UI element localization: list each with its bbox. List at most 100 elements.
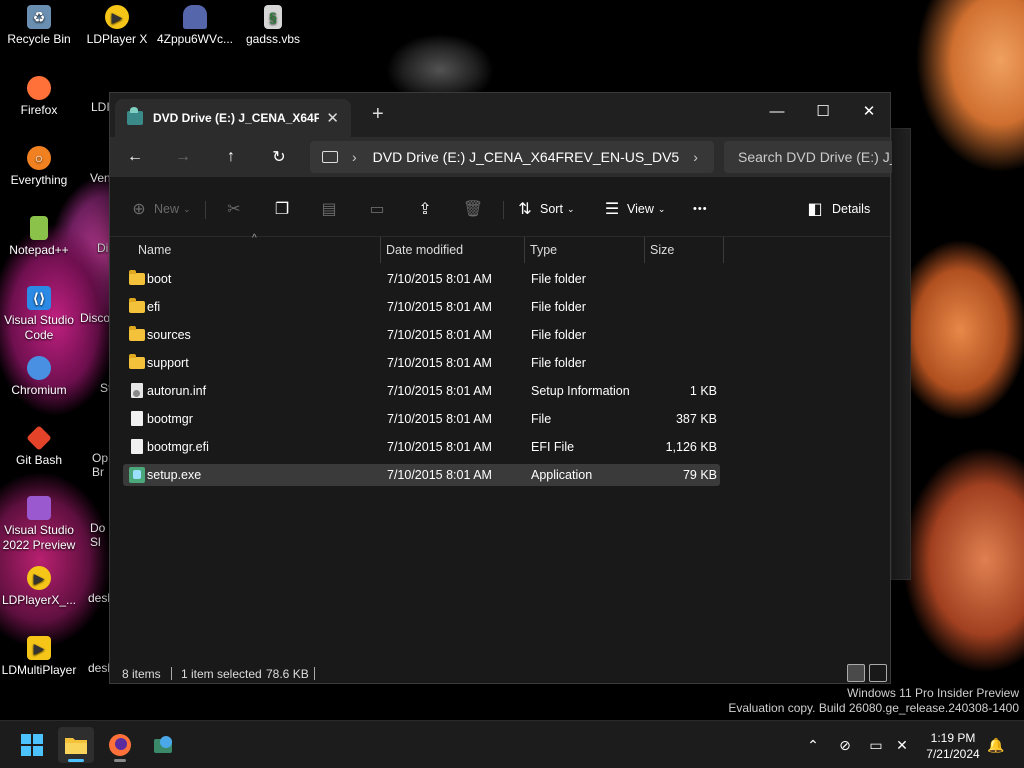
clock-time: 1:19 PM: [930, 731, 976, 745]
up-button[interactable]: ↑: [219, 145, 243, 169]
file-name: bootmgr.efi: [147, 440, 209, 454]
file-row-boot[interactable]: boot 7/10/2015 8:01 AM File folder: [123, 268, 720, 290]
file-row-bootmgr-efi[interactable]: bootmgr.efi 7/10/2015 8:01 AM EFI File 1…: [123, 436, 720, 458]
share-icon: ⇪: [418, 201, 432, 218]
file-type: File folder: [531, 328, 586, 342]
file-row-sources[interactable]: sources 7/10/2015 8:01 AM File folder: [123, 324, 720, 346]
file-row-autorun-inf[interactable]: autorun.inf 7/10/2015 8:01 AM Setup Info…: [123, 380, 720, 402]
details-button[interactable]: ◧ Details: [804, 197, 870, 221]
view-icon: ☰: [604, 201, 620, 218]
desktop-icon-4zppu6wvc[interactable]: 4Zppu6WVc...: [156, 5, 234, 47]
taskbar: ⌃ ⊘ ▭ ✕ 1:19 PM 7/21/2024 🔔: [0, 720, 1024, 768]
volume-muted-icon[interactable]: ✕: [892, 735, 912, 755]
chevron-right-icon[interactable]: ›: [352, 149, 357, 165]
system-clock[interactable]: 1:19 PM 7/21/2024: [918, 730, 988, 762]
details-view-button[interactable]: [847, 664, 865, 682]
new-tab-button[interactable]: +: [372, 104, 384, 124]
tab-dvd-drive[interactable]: DVD Drive (E:) J_CENA_X64FREV_EN-US_DV5 …: [115, 99, 351, 137]
desktop-icon-git-bash[interactable]: Git Bash: [0, 425, 78, 468]
desktop-icon-recycle-bin[interactable]: ♻ Recycle Bin: [0, 5, 78, 47]
desktop-icon-ldmultiplayer[interactable]: ▶ LDMultiPlayer: [0, 636, 78, 678]
file-row-setup-exe[interactable]: setup.exe 7/10/2015 8:01 AM Application …: [123, 464, 720, 486]
notification-bell-icon[interactable]: 🔔: [986, 735, 1006, 755]
chevron-right-icon[interactable]: ›: [693, 149, 698, 165]
file-row-efi[interactable]: efi 7/10/2015 8:01 AM File folder: [123, 296, 720, 318]
rename-button[interactable]: ▭: [366, 197, 388, 221]
desktop-icon-firefox[interactable]: Firefox: [0, 76, 78, 118]
status-bar: 8 items 1 item selected 78.6 KB: [110, 661, 890, 685]
setup-exe-icon: [129, 467, 145, 483]
desktop-icon-ldplayer-x[interactable]: ▶ LDPlayer X: [78, 5, 156, 47]
desktop-icon-label: Chromium: [11, 383, 67, 397]
desktop-partial-label: Disco: [80, 311, 111, 325]
search-input[interactable]: Search DVD Drive (E:) J_CENA_X64FREV_EN-…: [724, 141, 892, 173]
address-bar[interactable]: › DVD Drive (E:) J_CENA_X64FREV_EN-US_DV…: [310, 141, 714, 173]
file-size: 1 KB: [689, 384, 717, 398]
minimize-button[interactable]: —: [754, 97, 800, 125]
chevron-down-icon: ⌄: [566, 203, 575, 214]
taskbar-file-explorer[interactable]: [58, 727, 94, 763]
desktop-icon-everything[interactable]: ○ Everything: [0, 146, 78, 188]
desktop-icon-notepadpp[interactable]: Notepad++: [0, 216, 78, 258]
taskbar-firefox[interactable]: [102, 727, 138, 763]
file-name: support: [147, 356, 189, 370]
desktop-icon-label: 4Zppu6WVc...: [156, 32, 234, 46]
desktop-icon-gadss-vbs[interactable]: § gadss.vbs: [234, 5, 312, 47]
more-options-button[interactable]: •••: [693, 197, 708, 221]
vbs-file-icon: [183, 5, 207, 29]
tab-close-icon[interactable]: ✕: [326, 109, 339, 127]
delete-button[interactable]: 🗑: [462, 197, 484, 221]
column-divider[interactable]: [380, 237, 381, 263]
close-button[interactable]: ✕: [846, 97, 892, 125]
column-header-type[interactable]: Type: [530, 237, 557, 263]
copy-icon: ❐: [274, 201, 290, 218]
new-button[interactable]: ⊕ New ⌄: [128, 197, 190, 221]
file-date: 7/10/2015 8:01 AM: [387, 328, 492, 342]
desktop-icon-label: LDMultiPlayer: [1, 663, 77, 677]
column-header-date[interactable]: Date modified: [386, 237, 463, 263]
share-button[interactable]: ⇪: [414, 197, 436, 221]
cut-button[interactable]: ✂: [223, 197, 245, 221]
file-name: sources: [147, 328, 191, 342]
forward-button[interactable]: →: [171, 145, 195, 169]
network-disconnected-icon[interactable]: ⊘: [835, 735, 855, 755]
chevron-up-icon[interactable]: ⌃: [803, 735, 823, 755]
folder-icon: [129, 326, 145, 341]
desktop-icon-vscode[interactable]: ⟨⟩ Visual Studio Code: [0, 286, 78, 343]
taskbar-setup[interactable]: [146, 727, 182, 763]
folder-icon: [129, 270, 145, 285]
maximize-button[interactable]: ☐: [800, 97, 846, 125]
desktop-icon-visual-studio[interactable]: Visual Studio 2022 Preview: [0, 496, 78, 553]
background-window[interactable]: [891, 128, 911, 580]
sort-caret-icon: ^: [252, 233, 257, 244]
paste-button[interactable]: ▤: [318, 197, 340, 221]
view-button[interactable]: ☰ View ⌄: [601, 197, 666, 221]
desktop-icon-chromium[interactable]: Chromium: [0, 356, 78, 398]
column-divider[interactable]: [524, 237, 525, 263]
git-bash-icon: [26, 425, 52, 451]
file-name: autorun.inf: [147, 384, 207, 398]
column-header-name[interactable]: Name: [138, 237, 171, 263]
display-icon[interactable]: ▭: [866, 735, 886, 755]
file-icon: [131, 411, 143, 426]
sort-button[interactable]: ⇅ Sort ⌄: [514, 197, 574, 221]
copy-button[interactable]: ❐: [271, 197, 293, 221]
file-date: 7/10/2015 8:01 AM: [387, 356, 492, 370]
column-header-size[interactable]: Size: [650, 237, 674, 263]
column-divider[interactable]: [723, 237, 724, 263]
desktop-icon-ldplayerx[interactable]: ▶ LDPlayerX_...: [0, 566, 78, 608]
breadcrumb[interactable]: DVD Drive (E:) J_CENA_X64FREV_EN-US_DV5: [373, 149, 680, 165]
file-row-bootmgr[interactable]: bootmgr 7/10/2015 8:01 AM File 387 KB: [123, 408, 720, 430]
large-icons-view-button[interactable]: [869, 664, 887, 682]
title-bar[interactable]: DVD Drive (E:) J_CENA_X64FREV_EN-US_DV5 …: [110, 93, 890, 137]
file-name: efi: [147, 300, 161, 314]
file-row-support[interactable]: support 7/10/2015 8:01 AM File folder: [123, 352, 720, 374]
refresh-button[interactable]: ↻: [267, 145, 291, 169]
toolbar-divider: [503, 201, 504, 219]
rename-icon: ▭: [369, 201, 385, 218]
column-divider[interactable]: [644, 237, 645, 263]
vbs-script-icon: §: [264, 5, 282, 29]
back-button[interactable]: ←: [123, 145, 147, 169]
start-button[interactable]: [14, 727, 50, 763]
new-label: New: [154, 202, 180, 216]
